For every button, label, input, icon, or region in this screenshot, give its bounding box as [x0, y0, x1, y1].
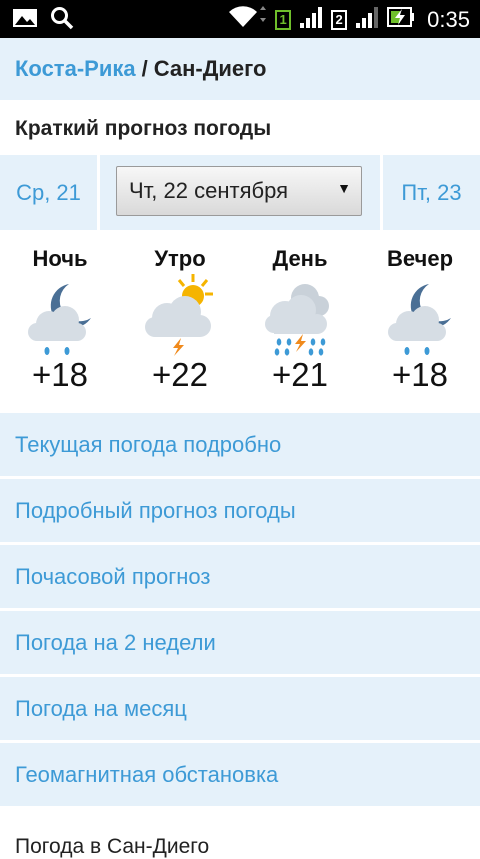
breadcrumb-city: Сан-Диего: [153, 56, 267, 81]
clock: 0:35: [427, 6, 470, 32]
menu-hourly-forecast[interactable]: Почасовой прогноз: [0, 545, 480, 608]
breadcrumb-separator: /: [141, 56, 148, 81]
period-name: Утро: [154, 246, 206, 271]
day-selector-row: Ср, 21 Чт, 22 сентября ▼ Пт, 23: [0, 155, 480, 230]
period-temperature: +21: [272, 356, 328, 393]
signal2-icon: [355, 5, 379, 34]
menu-month-forecast[interactable]: Погода на месяц: [0, 677, 480, 740]
period-night: Ночь +18: [0, 230, 120, 412]
section-title: Краткий прогноз погоды: [15, 117, 272, 140]
period-evening: Вечер +18: [360, 230, 480, 412]
day-select[interactable]: Чт, 22 сентября ▼: [116, 166, 362, 216]
day-select-panel: Чт, 22 сентября ▼: [100, 155, 380, 230]
period-name: Ночь: [32, 246, 88, 271]
night-rain-icon: [385, 272, 455, 356]
prev-day-button[interactable]: Ср, 21: [0, 155, 97, 230]
wifi-icon: [229, 4, 267, 35]
image-icon: [12, 7, 38, 34]
period-forecast: Ночь +18 Утро +22 День +21 Вечер +18: [0, 230, 480, 412]
sim2-icon: 2: [331, 9, 348, 30]
period-name: День: [272, 246, 328, 271]
next-day-button[interactable]: Пт, 23: [383, 155, 480, 230]
breadcrumb: Коста-Рика / Сан-Диего: [0, 38, 480, 100]
menu-detailed-forecast[interactable]: Подробный прогноз погоды: [0, 479, 480, 542]
period-morning: Утро +22: [120, 230, 240, 412]
period-name: Вечер: [386, 246, 454, 271]
menu-current-weather-detailed[interactable]: Текущая погода подробно: [0, 413, 480, 476]
sun-thunderstorm-icon: [145, 272, 215, 356]
menu-geomagnetic[interactable]: Геомагнитная обстановка: [0, 743, 480, 806]
night-rain-icon: [25, 272, 95, 356]
status-bar: 1 2 0:35: [0, 0, 480, 38]
period-day: День +21: [240, 230, 360, 412]
breadcrumb-country-link[interactable]: Коста-Рика: [15, 56, 136, 82]
dropdown-arrow-icon: ▼: [337, 180, 351, 196]
thunderstorm-heavy-rain-icon: [265, 272, 335, 356]
signal1-icon: [299, 5, 323, 34]
bottom-section-title: Погода в Сан-Диего: [15, 835, 210, 858]
period-temperature: +18: [392, 356, 448, 393]
period-temperature: +18: [32, 356, 88, 393]
sim1-icon: 1: [275, 9, 292, 30]
day-select-value: Чт, 22 сентября: [129, 178, 288, 203]
menu-two-week-forecast[interactable]: Погода на 2 недели: [0, 611, 480, 674]
period-temperature: +22: [152, 356, 208, 393]
search-icon: [50, 6, 74, 35]
battery-charging-icon: [387, 6, 415, 33]
